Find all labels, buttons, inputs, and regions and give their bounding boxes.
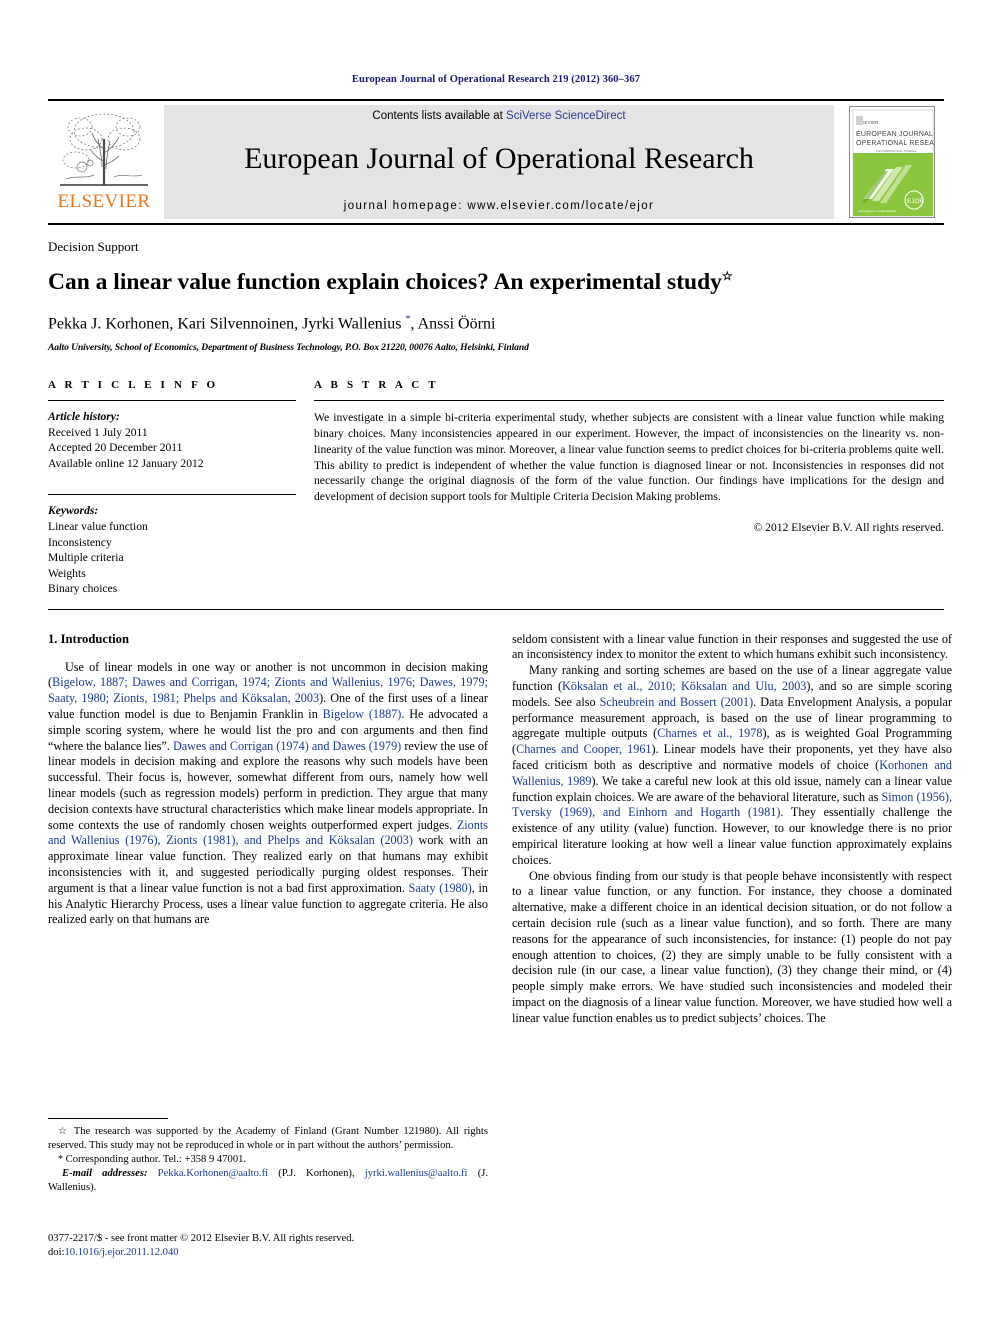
- authors-tail: , Anssi Öörni: [410, 315, 496, 333]
- abstract-bottom-rule: [48, 608, 944, 610]
- footnote-symbol-star: ☆: [58, 1126, 70, 1137]
- journal-cover-block: ELSEVIER EUROPEAN JOURNAL OF OPERATIONAL…: [840, 101, 944, 223]
- journal-masthead: ELSEVIER Contents lists available at Sci…: [48, 99, 944, 223]
- masthead-bottom-rule: [48, 223, 944, 225]
- history-item: Available online 12 January 2012: [48, 456, 204, 470]
- elsevier-tree-icon: [56, 105, 152, 191]
- svg-text:www.elsevier.com/locate/ejor: www.elsevier.com/locate/ejor: [858, 209, 897, 213]
- keywords-block: Keywords: Linear value function Inconsis…: [48, 503, 296, 596]
- journal-cover-thumbnail: ELSEVIER EUROPEAN JOURNAL OF OPERATIONAL…: [849, 106, 935, 218]
- contents-prefix-text: Contents lists available at: [372, 110, 507, 122]
- keyword-item: Inconsistency: [48, 535, 112, 549]
- doi-line: doi:10.1016/j.ejor.2011.12.040: [48, 1246, 518, 1260]
- imprint-block: 0377-2217/$ - see front matter © 2012 El…: [48, 1232, 518, 1261]
- journal-banner: Contents lists available at SciVerse Sci…: [164, 105, 834, 219]
- footnote-funding: ☆ The research was supported by the Acad…: [48, 1125, 488, 1153]
- contents-available-line: Contents lists available at SciVerse Sci…: [372, 110, 625, 122]
- article-info-column: A R T I C L E I N F O Article history: R…: [48, 379, 296, 596]
- article-body: 1. Introduction Use of linear models in …: [48, 632, 952, 1027]
- issn-line: 0377-2217/$ - see front matter © 2012 El…: [48, 1233, 355, 1244]
- journal-title: European Journal of Operational Research: [244, 142, 754, 175]
- article-info-rule-top: [48, 400, 296, 402]
- article-section-tag: Decision Support: [48, 239, 139, 254]
- section-heading-introduction: 1. Introduction: [48, 631, 129, 646]
- paragraph: seldom consistent with a linear value fu…: [512, 631, 952, 662]
- body-column-right: seldom consistent with a linear value fu…: [512, 632, 952, 1027]
- footnote-emails: E-mail addresses: Pekka.Korhonen@aalto.f…: [48, 1167, 488, 1193]
- email-link-korhonen[interactable]: Pekka.Korhonen@aalto.fi: [158, 1168, 268, 1179]
- sciencedirect-link[interactable]: SciVerse ScienceDirect: [506, 110, 626, 122]
- abstract-rule-top: [314, 400, 944, 402]
- elsevier-logo-block: ELSEVIER: [48, 101, 160, 223]
- svg-text:AN INTERNATIONAL JOURNAL: AN INTERNATIONAL JOURNAL: [876, 149, 917, 153]
- history-item: Accepted 20 December 2011: [48, 441, 183, 455]
- paragraph: One obvious finding from our study is th…: [512, 868, 952, 1025]
- journal-homepage-line[interactable]: journal homepage: www.elsevier.com/locat…: [344, 200, 655, 212]
- page-title: Can a linear value function explain choi…: [48, 269, 944, 296]
- footnote-corresponding: * Corresponding author. Tel.: +358 9 470…: [48, 1153, 488, 1167]
- footnote-symbol-asterisk: *: [58, 1153, 63, 1165]
- article-info-heading: A R T I C L E I N F O: [48, 379, 219, 392]
- email-owner-korhonen: (P.J. Korhonen): [278, 1167, 352, 1179]
- abstract-column: A B S T R A C T We investigate in a simp…: [314, 379, 944, 596]
- footnote-funding-text: The research was supported by the Academ…: [48, 1126, 489, 1151]
- doi-label: doi:: [48, 1247, 65, 1259]
- footnote-corresponding-text: Corresponding author. Tel.: +358 9 47001…: [65, 1153, 247, 1165]
- footnote-region: ☆ The research was supported by the Acad…: [48, 1118, 488, 1195]
- email-link-wallenius[interactable]: jyrki.wallenius@aalto.fi: [365, 1168, 468, 1179]
- paragraph: Use of linear models in one way or anoth…: [48, 659, 489, 927]
- doi-link[interactable]: 10.1016/j.ejor.2011.12.040: [64, 1247, 178, 1258]
- abstract-copyright: © 2012 Elsevier B.V. All rights reserved…: [753, 520, 944, 534]
- svg-text:EJOR: EJOR: [907, 198, 924, 205]
- keyword-item: Multiple criteria: [48, 551, 124, 565]
- abstract-heading: A B S T R A C T: [314, 379, 439, 392]
- footnote-rule: [48, 1118, 168, 1119]
- history-item: Received 1 July 2011: [48, 425, 148, 439]
- author-list: Pekka J. Korhonen, Kari Silvennoinen, Jy…: [48, 314, 944, 333]
- abstract-text: We investigate in a simple bi-criteria e…: [314, 411, 944, 504]
- svg-text:EUROPEAN JOURNAL OF: EUROPEAN JOURNAL OF: [856, 131, 935, 138]
- author-affiliation: Aalto University, School of Economics, D…: [48, 342, 529, 354]
- keyword-item: Binary choices: [48, 582, 118, 596]
- info-abstract-region: A R T I C L E I N F O Article history: R…: [48, 379, 944, 596]
- title-footnote-mark[interactable]: ☆: [722, 269, 733, 283]
- body-column-left: 1. Introduction Use of linear models in …: [48, 632, 488, 1027]
- email-addresses-label: E-mail addresses:: [62, 1167, 148, 1179]
- article-history-label: Article history:: [48, 410, 120, 424]
- running-head: European Journal of Operational Research…: [351, 74, 641, 85]
- paragraph: Many ranking and sorting schemes are bas…: [512, 663, 953, 867]
- elsevier-wordmark: ELSEVIER: [57, 191, 151, 212]
- keywords-label: Keywords:: [48, 504, 99, 518]
- authors-head: Pekka J. Korhonen, Kari Silvennoinen, Jy…: [48, 315, 406, 333]
- keyword-item: Linear value function: [48, 520, 148, 533]
- article-info-rule-mid: [48, 494, 296, 496]
- svg-text:OPERATIONAL RESEARCH: OPERATIONAL RESEARCH: [856, 140, 935, 147]
- keyword-item: Weights: [48, 566, 86, 580]
- article-history-block: Article history: Received 1 July 2011 Ac…: [48, 409, 296, 471]
- journal-article-page: European Journal of Operational Research…: [0, 0, 992, 1323]
- article-title-text: Can a linear value function explain choi…: [48, 269, 722, 295]
